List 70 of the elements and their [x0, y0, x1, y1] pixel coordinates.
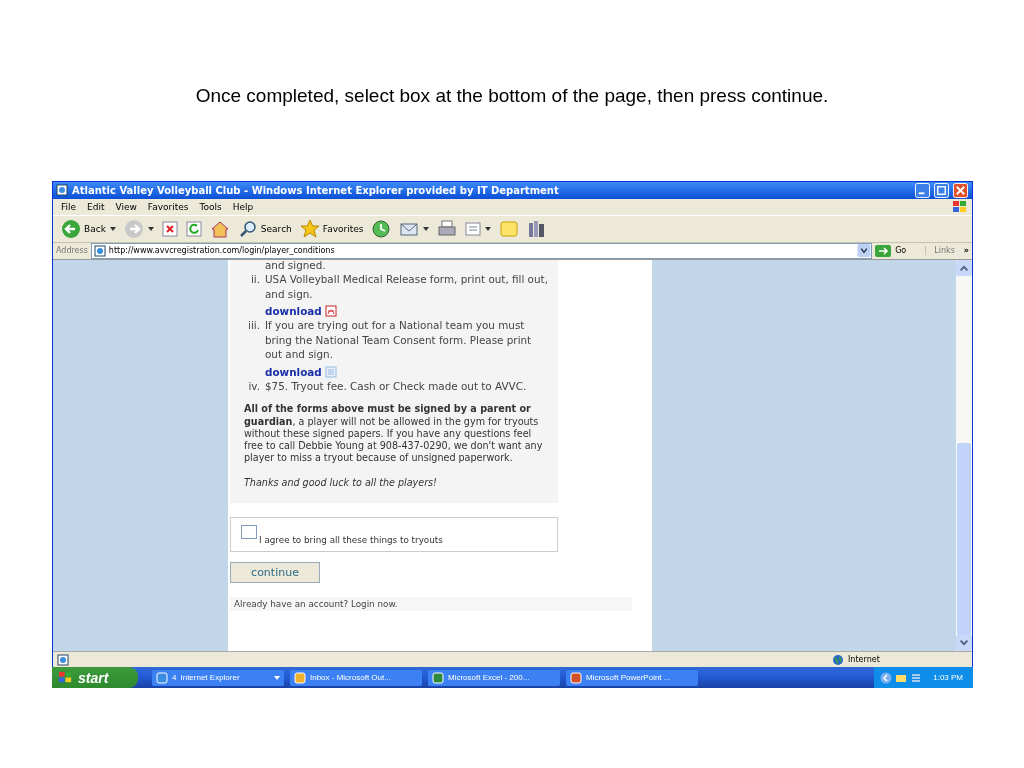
arrow-icon: [875, 244, 892, 257]
taskbar-button[interactable]: Microsoft PowerPoint ...: [566, 669, 698, 686]
refresh-icon: [185, 220, 202, 237]
login-prompt[interactable]: Already have an account? Login now.: [230, 596, 632, 611]
favorites-button[interactable]: Favorites: [295, 218, 368, 239]
globe-icon: [832, 653, 844, 666]
caret-icon[interactable]: [423, 226, 430, 231]
clock: 1:03 PM: [933, 673, 963, 682]
back-button[interactable]: Back: [57, 218, 110, 239]
list-item-text: If you are trying out for a National team you must bring the National Team Consent form. Please print out and sign.: [265, 318, 533, 362]
page-icon: [93, 244, 106, 257]
stop-icon: [161, 220, 178, 237]
go-button[interactable]: Go: [875, 244, 923, 257]
scroll-down-button[interactable]: [956, 635, 972, 652]
close-button[interactable]: [952, 182, 969, 198]
address-label: Address: [56, 246, 88, 256]
menu-item[interactable]: Favorites: [143, 201, 196, 212]
browser-icon: [156, 671, 168, 684]
maximize-button[interactable]: [933, 182, 950, 198]
windows-flag-icon: [952, 199, 968, 214]
start-button[interactable]: start: [52, 667, 138, 688]
list-item-text: and signed.: [265, 259, 327, 273]
history-icon: [371, 218, 392, 239]
notice-text: All of the forms above must be signed by a parent or guardian, a player will not be allowed in the gym for tryouts without these signed papers. If you have any questions feel free to call Debbie Young at 908-437-0290, we don't want any player to miss a tryout because of unsigned paperwork.: [244, 403, 544, 465]
list-item-text: USA Volleyball Medical Release form, print out, fill out, and sign.: [265, 272, 549, 301]
app-icon: [294, 671, 306, 684]
list-item-text: $75. Tryout fee. Cash or Check made out to AVVC.: [265, 379, 528, 394]
pdf-icon: [324, 305, 337, 318]
taskbar-button[interactable]: Inbox - Microsoft Out...: [290, 669, 422, 686]
minimize-button[interactable]: [914, 182, 931, 198]
caret-icon[interactable]: [147, 226, 154, 231]
continue-button[interactable]: continue: [230, 561, 320, 583]
scroll-up-button[interactable]: [956, 259, 972, 276]
menu-item[interactable]: Help: [228, 201, 261, 212]
caret-icon[interactable]: [109, 226, 116, 231]
window-title: Atlantic Valley Volleyball Club - Windows Internet Explorer provided by IT Department: [72, 184, 559, 196]
menu-item[interactable]: Tools: [195, 201, 229, 212]
menu-item[interactable]: View: [111, 201, 144, 212]
download-link[interactable]: download: [265, 303, 322, 319]
app-icon: [570, 671, 582, 684]
caret-icon[interactable]: [485, 226, 492, 231]
page-icon: [56, 184, 68, 197]
agree-checkbox[interactable]: [241, 524, 257, 539]
menu-item[interactable]: File: [57, 201, 84, 212]
more-button[interactable]: »: [963, 246, 969, 256]
dropdown-button[interactable]: [857, 244, 872, 258]
agree-label: I agree to bring all these things to tryouts: [259, 534, 443, 545]
list-numeral: iii.: [247, 318, 261, 334]
printer-icon: [437, 218, 458, 239]
scroll-thumb[interactable]: [957, 443, 971, 636]
thanks-text: Thanks and good luck to all the players!: [244, 476, 438, 491]
links-button[interactable]: Links: [925, 246, 961, 256]
scrollbar[interactable]: [956, 259, 972, 652]
note-icon: [499, 218, 520, 239]
download-link[interactable]: download: [265, 364, 322, 379]
menu-item[interactable]: Edit: [83, 201, 112, 212]
taskbar-button[interactable]: 4 Internet Explorer: [152, 669, 284, 686]
list-numeral: ii.: [249, 272, 261, 288]
windows-flag-icon: [58, 671, 73, 684]
search-button[interactable]: Search: [233, 218, 296, 239]
document-icon: [324, 365, 337, 378]
taskbar-button[interactable]: Microsoft Excel - 200...: [428, 669, 560, 686]
slide-caption: Once completed, select box at the bottom of the page, then press continue.: [195, 84, 829, 108]
star-icon: [299, 218, 320, 239]
list-numeral: iv.: [247, 379, 261, 394]
document-icon: [465, 220, 482, 237]
zone-label: Internet: [848, 655, 881, 665]
caret-icon: [274, 675, 280, 680]
page-icon: [57, 653, 69, 666]
app-icon: [432, 671, 444, 684]
